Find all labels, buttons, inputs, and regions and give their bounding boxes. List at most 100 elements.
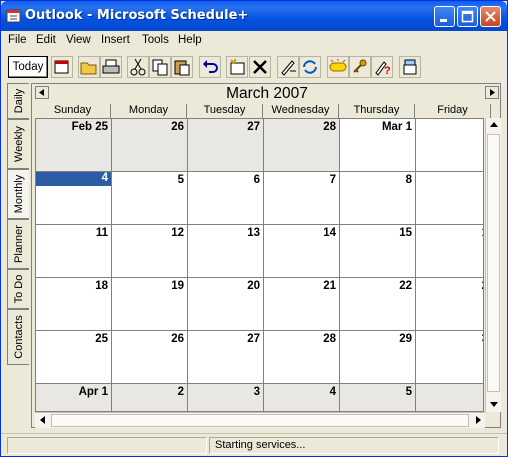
day-cell[interactable]: 8	[340, 172, 416, 225]
tab-weekly[interactable]: Weekly	[7, 119, 29, 169]
undo-button[interactable]	[199, 56, 221, 78]
day-cell[interactable]: 15	[340, 225, 416, 278]
reminder-button[interactable]	[327, 56, 349, 78]
scroll-right-button[interactable]	[470, 413, 485, 428]
day-cell[interactable]: 5	[340, 384, 416, 411]
menu-file[interactable]: File	[8, 34, 27, 46]
scroll-up-button[interactable]	[486, 118, 501, 133]
tab-monthly[interactable]: Monthly	[7, 169, 29, 219]
day-number: 5	[177, 174, 184, 186]
tab-contacts[interactable]: Contacts	[7, 309, 29, 365]
day-cell[interactable]: 22	[340, 278, 416, 331]
menu-view[interactable]: View	[66, 34, 91, 46]
tab-weekly-label: Weekly	[12, 126, 25, 162]
day-cell[interactable]: 14	[264, 225, 340, 278]
day-cell[interactable]: Apr 1	[36, 384, 112, 411]
day-number: 13	[247, 227, 260, 239]
new-appointment-button[interactable]	[226, 56, 248, 78]
day-cell[interactable]: 27	[188, 331, 264, 384]
day-cell[interactable]: 26	[112, 119, 188, 172]
tab-planner[interactable]: Planner	[7, 219, 29, 269]
day-cell[interactable]: Feb 25	[36, 119, 112, 172]
day-number: 22	[399, 280, 412, 292]
paste-button[interactable]	[171, 56, 193, 78]
status-message: Starting services...	[215, 439, 306, 451]
copy-button[interactable]	[149, 56, 171, 78]
schedule-app-icon[interactable]	[6, 8, 22, 24]
day-number: 20	[247, 280, 260, 292]
horizontal-scroll-thumb[interactable]	[51, 414, 469, 427]
day-cell[interactable]: 2	[416, 278, 483, 331]
day-number: 26	[171, 121, 184, 133]
menu-edit[interactable]: Edit	[36, 34, 56, 46]
day-cell[interactable]: 20	[188, 278, 264, 331]
day-cell[interactable]	[416, 172, 483, 225]
meeting-wizard-icon	[403, 59, 417, 75]
day-cell[interactable]: 3	[188, 384, 264, 411]
right-scroll-arrow-icon	[475, 416, 481, 424]
day-number: 4	[329, 386, 336, 398]
meeting-wizard-button[interactable]	[399, 56, 421, 78]
private-button[interactable]	[349, 56, 371, 78]
day-cell[interactable]: 27	[188, 119, 264, 172]
edit-button[interactable]	[277, 56, 299, 78]
menu-help[interactable]: Help	[178, 34, 202, 46]
day-cell[interactable]: 21	[264, 278, 340, 331]
day-cell[interactable]: 11	[36, 225, 112, 278]
month-title: March 2007	[226, 85, 308, 102]
close-button[interactable]	[480, 6, 501, 27]
delete-icon	[253, 60, 267, 74]
day-cell[interactable]: Mar 1	[340, 119, 416, 172]
copy-icon	[152, 59, 168, 76]
horizontal-scrollbar[interactable]	[35, 412, 485, 428]
tab-daily[interactable]: Daily	[7, 83, 29, 119]
day-number: 25	[95, 333, 108, 345]
open-button[interactable]	[78, 56, 100, 78]
today-button[interactable]: Today	[8, 56, 48, 78]
day-cell[interactable]: 18	[36, 278, 112, 331]
day-cell[interactable]: 28	[264, 119, 340, 172]
day-cell[interactable]: 29	[340, 331, 416, 384]
day-cell[interactable]: 6	[188, 172, 264, 225]
day-cell[interactable]: 26	[112, 331, 188, 384]
tab-todo[interactable]: To Do	[7, 269, 29, 309]
next-month-button[interactable]	[485, 86, 499, 99]
menu-insert[interactable]: Insert	[101, 34, 130, 46]
month-grid[interactable]: Feb 25 26 27 28 Mar 1 4 5 6 7 8 11 12 13 14 15 1 18 19 20 2…	[35, 118, 484, 412]
day-cell[interactable]: 7	[264, 172, 340, 225]
day-cell[interactable]: 25	[36, 331, 112, 384]
minimize-button[interactable]	[434, 6, 455, 27]
day-cell[interactable]: 4	[264, 384, 340, 411]
new-appointment-icon	[230, 59, 245, 75]
vertical-scroll-thumb[interactable]	[487, 134, 500, 392]
date-picker-button[interactable]	[51, 56, 73, 78]
day-number: 12	[171, 227, 184, 239]
day-number: 6	[253, 174, 260, 186]
scroll-down-button[interactable]	[486, 397, 501, 412]
day-cell[interactable]: 3	[416, 331, 483, 384]
day-number: 26	[171, 333, 184, 345]
cut-button[interactable]	[127, 56, 149, 78]
day-number: 1	[482, 227, 483, 239]
vertical-scrollbar[interactable]	[485, 118, 501, 412]
maximize-button[interactable]	[457, 6, 478, 27]
day-cell[interactable]: 5	[112, 172, 188, 225]
recurring-button[interactable]	[299, 56, 321, 78]
title-bar[interactable]: Outlook - Microsoft Schedule+	[1, 1, 507, 31]
cut-icon	[130, 58, 146, 76]
day-number: 27	[247, 333, 260, 345]
day-cell[interactable]: 19	[112, 278, 188, 331]
day-cell[interactable]: 12	[112, 225, 188, 278]
menu-tools[interactable]: Tools	[142, 34, 169, 46]
print-button[interactable]	[100, 56, 122, 78]
day-cell[interactable]	[416, 384, 483, 411]
day-cell[interactable]: 2	[112, 384, 188, 411]
delete-button[interactable]	[249, 56, 271, 78]
tentative-button[interactable]: ?	[371, 56, 393, 78]
day-cell[interactable]: 13	[188, 225, 264, 278]
day-cell[interactable]: 1	[416, 225, 483, 278]
day-cell-selected[interactable]: 4	[36, 172, 112, 225]
scroll-left-button[interactable]	[35, 413, 50, 428]
day-cell[interactable]: 28	[264, 331, 340, 384]
day-cell[interactable]	[416, 119, 483, 172]
